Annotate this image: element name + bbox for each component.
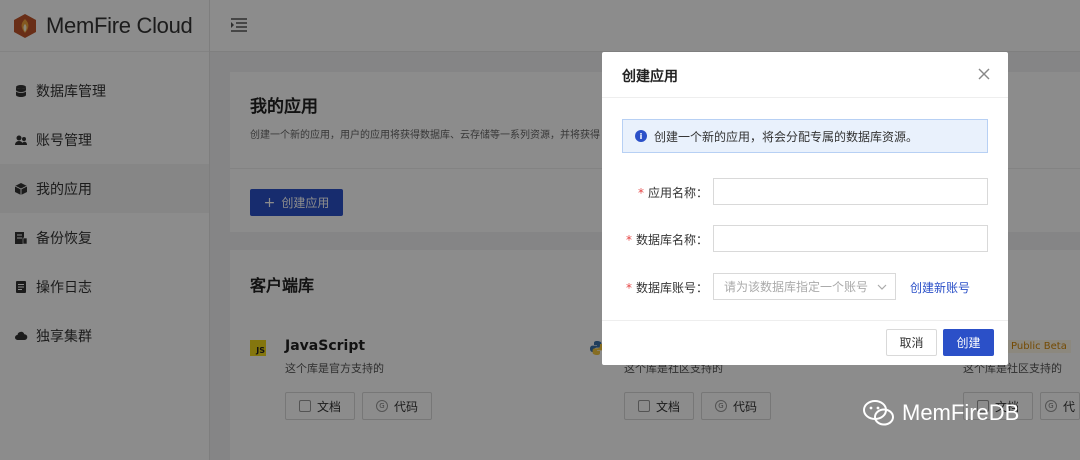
db-account-select[interactable]: 请为该数据库指定一个账号: [713, 273, 896, 300]
db-name-input[interactable]: [713, 225, 988, 252]
wechat-watermark: MemFireDB: [862, 398, 1019, 428]
create-button[interactable]: 创建: [943, 329, 994, 356]
create-new-account-link[interactable]: 创建新账号: [910, 279, 970, 296]
db-account-placeholder: 请为该数据库指定一个账号: [724, 280, 869, 294]
app-name-input[interactable]: [713, 178, 988, 205]
close-icon[interactable]: [976, 66, 992, 82]
cancel-button[interactable]: 取消: [886, 329, 937, 356]
db-account-label: * 数据库账号：: [625, 281, 708, 295]
info-alert: i 创建一个新的应用，将会分配专属的数据库资源。: [622, 119, 988, 153]
dialog-header: 创建应用: [602, 52, 1008, 98]
chevron-down-icon: [877, 284, 887, 290]
app-name-row: * 应用名称：: [602, 178, 1008, 206]
app-name-label: * 应用名称：: [637, 186, 708, 200]
db-name-label: * 数据库名称：: [625, 233, 708, 247]
info-icon: i: [635, 130, 647, 142]
watermark-text: MemFireDB: [902, 400, 1020, 425]
info-text: 创建一个新的应用，将会分配专属的数据库资源。: [654, 129, 919, 144]
dialog-footer-divider: [602, 320, 1008, 321]
wechat-icon: [863, 400, 894, 426]
create-app-dialog: 创建应用 i 创建一个新的应用，将会分配专属的数据库资源。 * 应用名称： * 数据…: [602, 52, 1008, 365]
dialog-title: 创建应用: [622, 69, 678, 85]
db-account-row: * 数据库账号： 请为该数据库指定一个账号 创建新账号: [602, 273, 1008, 301]
db-name-row: * 数据库名称：: [602, 225, 1008, 253]
